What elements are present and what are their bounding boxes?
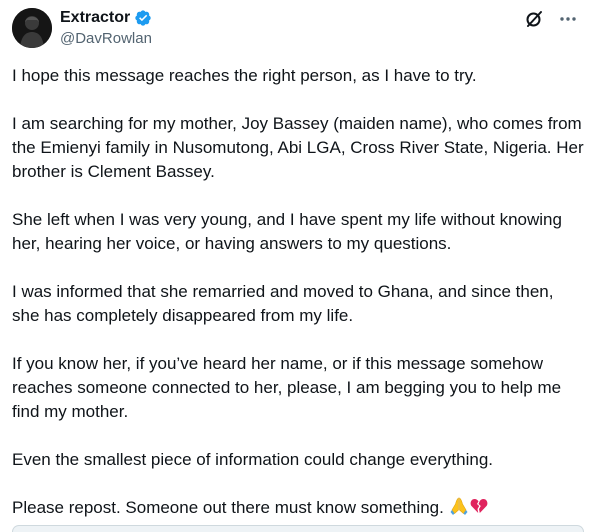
avatar[interactable] xyxy=(12,8,52,48)
grok-icon[interactable] xyxy=(524,9,544,29)
post-paragraph: I was informed that she remarried and mo… xyxy=(12,282,554,325)
post-paragraph-text: Please repost. Someone out there must kn… xyxy=(12,498,444,517)
more-icon[interactable] xyxy=(558,9,578,29)
post-paragraph: I am searching for my mother, Joy Bassey… xyxy=(12,114,584,181)
post-paragraph: Even the smallest piece of information c… xyxy=(12,450,493,469)
post-body: I hope this message reaches the right pe… xyxy=(12,64,584,523)
media-card-edge[interactable] xyxy=(12,525,584,532)
tweet: Extractor @DavRowlan I hope this message… xyxy=(0,0,592,532)
broken-heart-emoji-icon xyxy=(469,496,489,523)
author-handle[interactable]: @DavRowlan xyxy=(60,29,152,49)
author-name-row: Extractor xyxy=(60,8,152,28)
verified-badge-icon xyxy=(134,9,152,27)
post-paragraph: I hope this message reaches the right pe… xyxy=(12,66,477,85)
post-paragraph: She left when I was very young, and I ha… xyxy=(12,210,562,253)
author-display-name[interactable]: Extractor xyxy=(60,8,130,28)
post-paragraph-last: Please repost. Someone out there must kn… xyxy=(12,496,584,523)
post-paragraph: If you know her, if you’ve heard her nam… xyxy=(12,354,562,421)
top-actions xyxy=(524,9,578,29)
avatar-silhouette-icon xyxy=(12,8,52,48)
folded-hands-emoji-icon xyxy=(449,496,469,523)
